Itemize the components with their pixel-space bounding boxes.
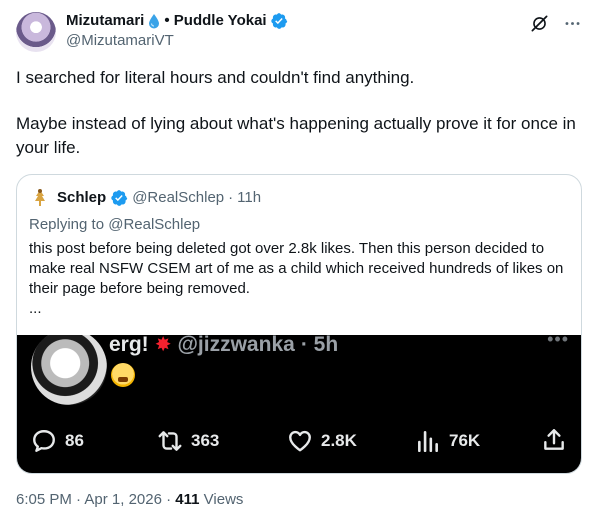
screenshot-name: erg! — [109, 335, 149, 356]
tweet-header: Mizutamari • Puddle Yokai @MizutamariVT — [16, 10, 582, 54]
quoted-author-handle[interactable]: @RealSchlep — [132, 188, 224, 208]
reply-icon — [33, 430, 55, 452]
quoted-screenshot-image[interactable]: erg! ✸ @jizzwanka · 5h ••• 86 363 2.8K 7… — [17, 335, 581, 473]
tweet-views-label: Views — [203, 491, 244, 508]
quoted-time[interactable]: 11h — [237, 188, 261, 208]
screenshot-avatar — [31, 335, 107, 405]
tweet-paragraph-1: I searched for literal hours and couldn'… — [16, 68, 415, 87]
screenshot-handle: @jizzwanka — [177, 335, 295, 356]
water-drop-icon — [149, 14, 160, 29]
quoted-ellipsis: ... — [29, 300, 42, 317]
author-name-suffix: • Puddle Yokai — [164, 12, 267, 29]
grok-icon[interactable] — [530, 14, 549, 33]
steaming-face-emoji-icon — [111, 363, 135, 387]
screenshot-share — [541, 427, 567, 453]
repost-icon — [158, 431, 182, 451]
tweet-date[interactable]: Apr 1, 2026 — [84, 491, 162, 508]
verified-badge-icon[interactable] — [270, 12, 288, 30]
author-display-name[interactable]: Mizutamari • Puddle Yokai — [66, 11, 288, 31]
author-names: Mizutamari • Puddle Yokai @MizutamariVT — [66, 11, 288, 51]
screenshot-time: · 5h — [300, 335, 339, 356]
quoted-tweet-header: Schlep @RealSchlep · 11h — [29, 187, 261, 209]
screenshot-replies: 86 — [31, 427, 84, 455]
quoted-text: this post before being deleted got over … — [29, 240, 564, 297]
screenshot-reposts: 363 — [157, 427, 219, 455]
tweet-time[interactable]: 6:05 PM — [16, 491, 72, 508]
heart-icon — [289, 430, 311, 452]
screenshot-likes-count: 2.8K — [321, 431, 357, 450]
screenshot-views: 76K — [415, 427, 480, 455]
header-actions — [530, 14, 582, 33]
quoted-replying-to[interactable]: Replying to @RealSchlep — [29, 215, 200, 235]
screenshot-header: erg! ✸ @jizzwanka · 5h — [109, 335, 338, 358]
analytics-icon — [418, 431, 438, 453]
timestamp-separator: · — [76, 491, 82, 508]
tweet-text: I searched for literal hours and couldn'… — [16, 66, 582, 160]
anger-symbol-icon: ✸ — [154, 335, 172, 356]
views-separator: · — [166, 491, 172, 508]
screenshot-engagement-bar: 86 363 2.8K 76K — [17, 427, 581, 459]
more-options-icon[interactable] — [563, 14, 582, 33]
screenshot-likes: 2.8K — [287, 427, 357, 455]
share-icon — [544, 429, 564, 450]
screenshot-reposts-count: 363 — [191, 431, 220, 450]
tweet-paragraph-2: Maybe instead of lying about what's happ… — [16, 114, 576, 157]
tweet-timestamp-row: 6:05 PM · Apr 1, 2026 · 411 Views — [16, 490, 243, 510]
tweet-views-count: 411 — [175, 491, 200, 508]
quoted-verified-badge-icon — [111, 190, 128, 206]
quoted-author-name[interactable]: Schlep — [57, 188, 106, 208]
author-handle[interactable]: @MizutamariVT — [66, 31, 288, 51]
screenshot-more-icon: ••• — [547, 335, 569, 349]
screenshot-views-count: 76K — [449, 431, 481, 450]
quoted-tweet[interactable]: Schlep @RealSchlep · 11h Replying to @Re… — [16, 174, 582, 474]
quoted-separator: · — [228, 189, 234, 206]
quoted-author-avatar[interactable] — [29, 187, 51, 209]
screenshot-replies-count: 86 — [65, 431, 84, 450]
author-avatar[interactable] — [16, 12, 56, 52]
author-name-text: Mizutamari — [66, 12, 145, 29]
